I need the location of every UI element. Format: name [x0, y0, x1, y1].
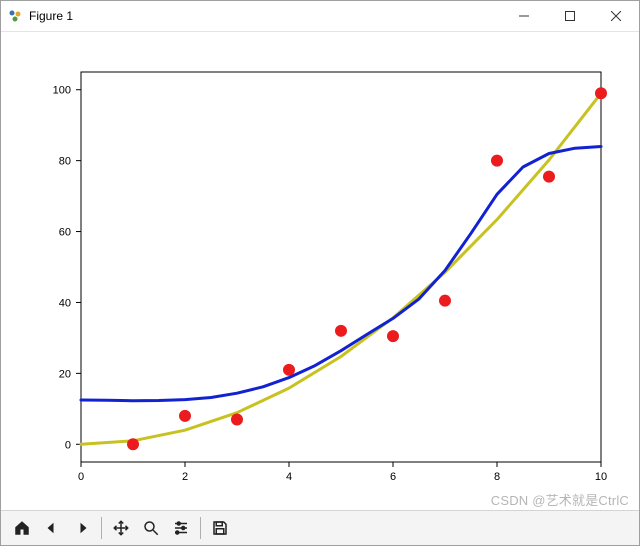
ytick-label: 0	[65, 439, 71, 451]
xtick-label: 4	[286, 471, 292, 483]
back-button[interactable]	[37, 514, 67, 542]
data-point	[231, 413, 243, 425]
data-point	[491, 155, 503, 167]
zoom-button[interactable]	[136, 514, 166, 542]
series-yellow-curve	[81, 93, 601, 444]
ytick-label: 100	[53, 85, 71, 97]
nav-toolbar	[1, 510, 639, 545]
figure-window: Figure 1 0246810020406080100	[0, 0, 640, 546]
data-point	[335, 325, 347, 337]
ytick-label: 60	[59, 227, 71, 239]
separator	[200, 517, 201, 539]
data-point	[179, 410, 191, 422]
data-point	[127, 438, 139, 450]
plot-canvas[interactable]: 0246810020406080100	[1, 32, 639, 512]
xtick-label: 10	[595, 471, 607, 483]
window-controls	[501, 1, 639, 31]
minimize-button[interactable]	[501, 1, 547, 31]
ytick-label: 20	[59, 368, 71, 380]
xtick-label: 0	[78, 471, 84, 483]
data-point	[283, 364, 295, 376]
plot-area: 0246810020406080100	[1, 32, 639, 510]
home-button[interactable]	[7, 514, 37, 542]
ytick-label: 40	[59, 297, 71, 309]
save-button[interactable]	[205, 514, 235, 542]
data-point	[595, 87, 607, 99]
forward-button[interactable]	[67, 514, 97, 542]
data-point	[543, 171, 555, 183]
window-title: Figure 1	[29, 9, 501, 23]
maximize-button[interactable]	[547, 1, 593, 31]
close-button[interactable]	[593, 1, 639, 31]
data-point	[439, 295, 451, 307]
app-icon	[7, 8, 23, 24]
titlebar: Figure 1	[1, 1, 639, 32]
xtick-label: 8	[494, 471, 500, 483]
ytick-label: 80	[59, 156, 71, 168]
xtick-label: 6	[390, 471, 396, 483]
axes-frame	[81, 72, 601, 462]
configure-button[interactable]	[166, 514, 196, 542]
series-blue-curve	[81, 147, 601, 401]
pan-button[interactable]	[106, 514, 136, 542]
data-point	[387, 330, 399, 342]
separator	[101, 517, 102, 539]
xtick-label: 2	[182, 471, 188, 483]
